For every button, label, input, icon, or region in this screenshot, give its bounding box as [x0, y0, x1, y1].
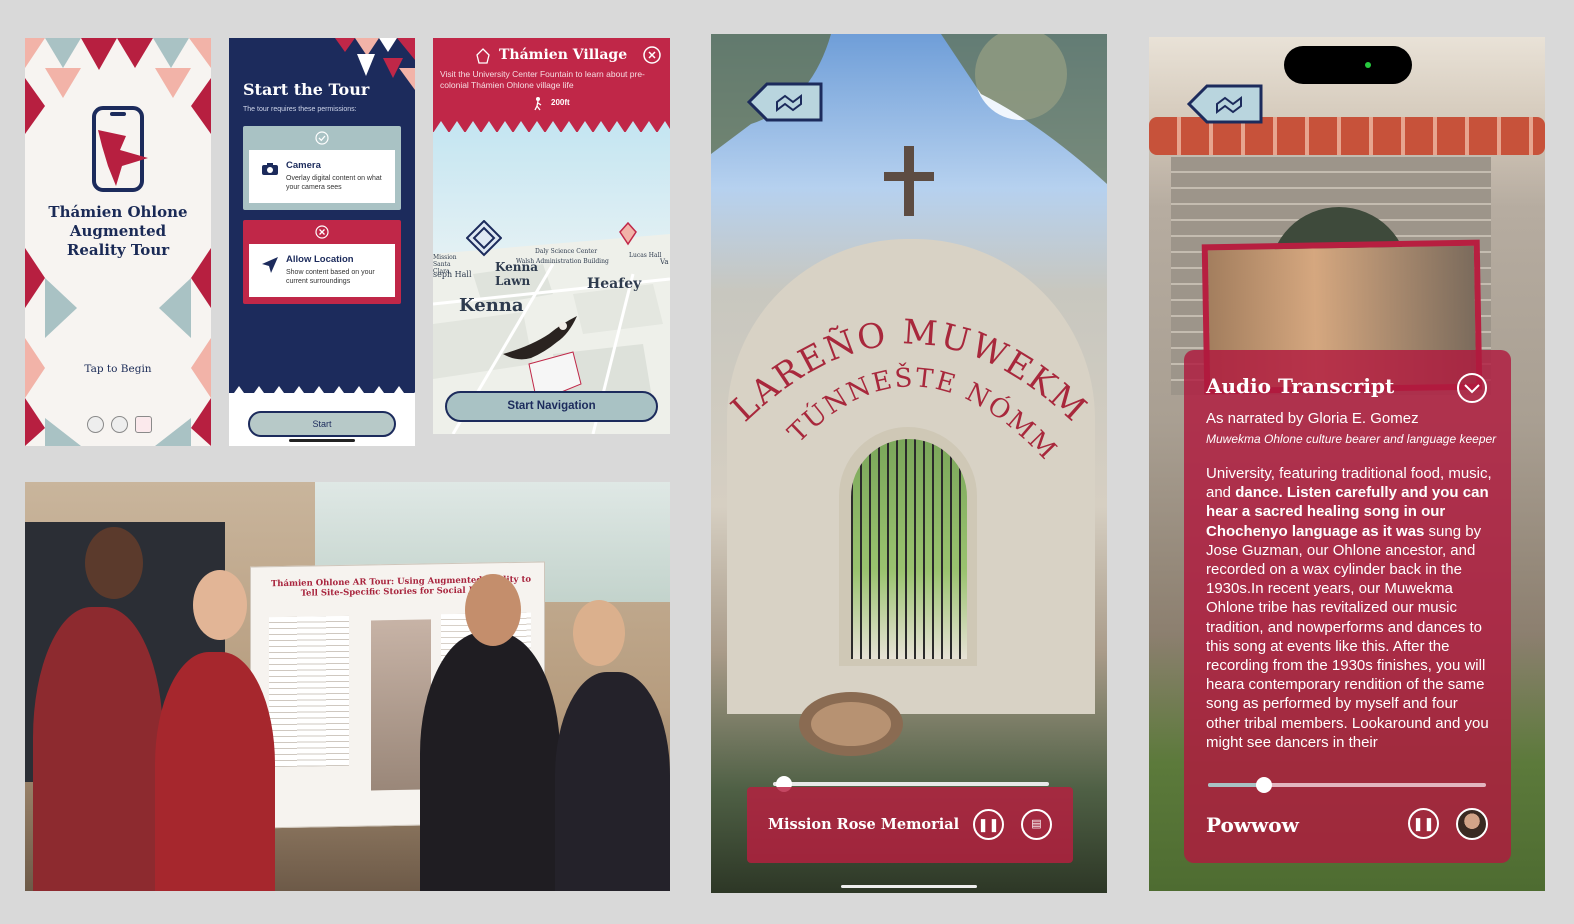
person-3 [420, 632, 560, 891]
splash-title: Thámien Ohlone Augmented Reality Tour [48, 203, 188, 259]
eagle-icon [503, 316, 577, 360]
transcript-body[interactable]: University, featuring traditional food, … [1206, 464, 1496, 768]
map-toggle-icon[interactable] [1187, 84, 1263, 124]
map-screen: Thámien Village Visit the University Cen… [433, 38, 670, 434]
transcript-title: Audio Transcript [1206, 374, 1395, 398]
audio-transcript-card: Audio Transcript As narrated by Gloria E… [1184, 350, 1511, 863]
camera-indicator [1365, 62, 1371, 68]
map-label-kenna: Kenna [459, 295, 524, 316]
cross-vertical [904, 146, 914, 216]
zigzag-border [229, 386, 415, 400]
close-icon[interactable] [643, 46, 661, 64]
map-label-lucas: Lucas Hall [629, 252, 662, 259]
ar-audio-card: Mission Rose Memorial ❚❚ ▤ [747, 787, 1073, 863]
css-logo-icon [111, 416, 128, 433]
camera-label: Camera [286, 160, 321, 171]
chevron-down-icon[interactable] [1456, 372, 1488, 404]
person-1-head [85, 527, 143, 599]
narrator-text: As narrated by Gloria E. Gomez [1206, 410, 1419, 427]
scu-seal-icon [87, 416, 104, 433]
camera-icon [262, 163, 278, 175]
destination-description: Visit the University Center Fountain to … [440, 69, 645, 90]
camera-permission-card[interactable]: Camera Overlay digital content on what y… [243, 126, 401, 210]
map-label-daly: Daly Science Center [535, 248, 598, 255]
app-logo-icon [92, 106, 148, 192]
imaginarium-logo-icon [135, 416, 152, 433]
home-indicator [841, 885, 977, 888]
abalone-shell-icon [799, 692, 903, 756]
svg-text:CLAREÑO MUWEKMA: CLAREÑO MUWEKMA [719, 279, 1095, 430]
walking-icon [534, 97, 542, 111]
camera-permission-body: Camera Overlay digital content on what y… [249, 150, 395, 203]
ar-progress-track[interactable] [773, 782, 1049, 786]
transcript-text-post: sung by Jose Guzman, our Ohlone ancestor… [1206, 522, 1489, 751]
map-toggle-icon[interactable] [747, 82, 823, 122]
pause-icon[interactable]: ❚❚ [973, 809, 1004, 840]
destination-title: Thámien Village [499, 47, 628, 63]
fountain-icon [476, 48, 490, 64]
map-label-joseph: seph Hall [433, 270, 472, 279]
location-label: Allow Location [286, 254, 354, 265]
pause-icon[interactable]: ❚❚ [1408, 808, 1439, 839]
location-permission-card[interactable]: Allow Location Show content based on you… [243, 220, 401, 304]
permissions-title: Start the Tour [243, 80, 370, 99]
splash-screen[interactable]: Thámien Ohlone Augmented Reality Tour Ta… [25, 38, 211, 446]
iron-gate [851, 439, 967, 659]
camera-description: Overlay digital content on what your cam… [286, 175, 382, 191]
location-arrow-icon [262, 257, 278, 273]
ohlone-marker-icon[interactable] [466, 220, 502, 258]
destination-marker-icon[interactable] [619, 222, 637, 246]
location-description: Show content based on your current surro… [286, 269, 375, 285]
start-button[interactable]: Start [248, 411, 396, 437]
captions-icon[interactable]: ▤ [1021, 809, 1052, 840]
narrator-avatar[interactable] [1456, 808, 1488, 840]
person-3-head [465, 574, 521, 646]
check-circle-icon [315, 131, 329, 145]
arch-line-1: CLAREÑO MUWEKMA [719, 279, 1093, 430]
map-label-walsh: Walsh Administration Building [516, 258, 609, 265]
distance-text: 200ft [551, 98, 570, 107]
person-4 [555, 672, 670, 891]
ar-card-title: Mission Rose Memorial [768, 816, 960, 833]
track-title: Powwow [1206, 813, 1299, 837]
ar-mission-screen: CLAREÑO MUWEKMA YA TÚNNEŠTE NÓMMO Missio… [711, 34, 1107, 893]
person-2 [155, 652, 275, 891]
home-indicator [289, 439, 355, 442]
person-2-head [193, 570, 247, 640]
permissions-screen: Start the Tour The tour requires these p… [229, 38, 415, 446]
map-label-va: Va [660, 258, 669, 266]
audio-progress-knob[interactable] [1255, 777, 1272, 793]
team-photo: Thámien Ohlone AR Tour: Using Augmented … [25, 482, 670, 891]
destination-header: Thámien Village Visit the University Cen… [433, 38, 670, 133]
cross-horizontal [884, 172, 934, 181]
tap-to-begin-button[interactable]: Tap to Begin [25, 363, 211, 375]
location-permission-body: Allow Location Show content based on you… [249, 244, 395, 297]
dynamic-island [1284, 46, 1412, 84]
person-1 [33, 607, 163, 891]
narrator-role: Muwekma Ohlone culture bearer and langua… [1206, 432, 1497, 446]
map-label-heafey: Heafey [587, 276, 642, 292]
audio-transcript-screen: Audio Transcript As narrated by Gloria E… [1149, 37, 1545, 891]
permissions-subtitle: The tour requires these permissions: [243, 106, 357, 113]
person-4-head [573, 600, 625, 666]
start-navigation-button[interactable]: Start Navigation [445, 391, 658, 422]
x-circle-icon [315, 225, 329, 239]
